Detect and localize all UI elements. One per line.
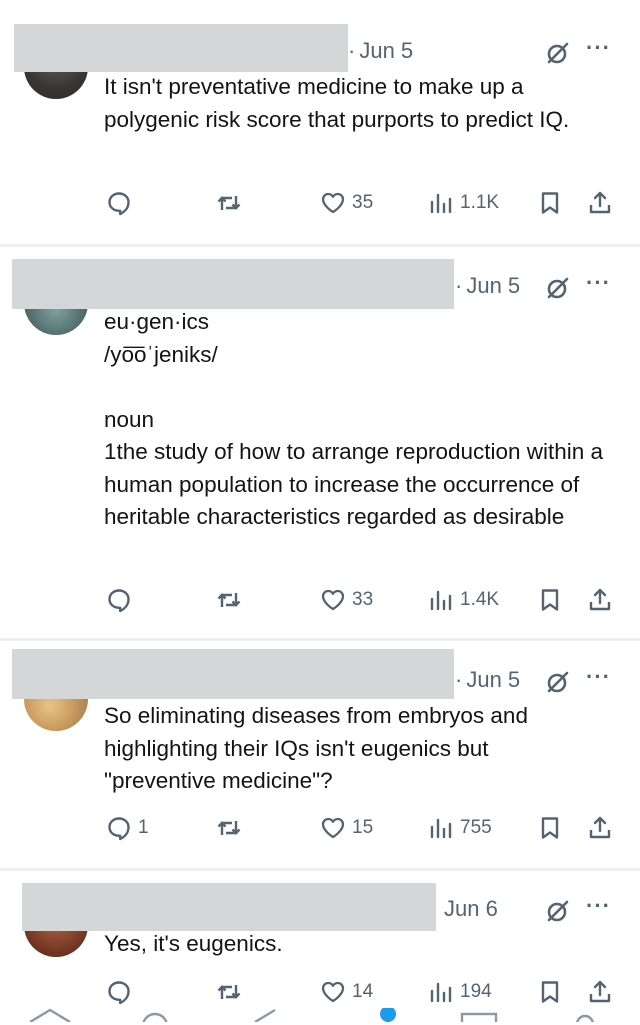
post-date[interactable]: · Jun 5 <box>348 38 413 64</box>
bookmark-icon <box>541 981 559 1003</box>
post-date[interactable]: · Jun 5 <box>455 667 520 693</box>
like-icon <box>321 589 345 611</box>
repost-icon <box>217 821 241 835</box>
communities-icon <box>576 1014 594 1022</box>
views-button[interactable]: 1.1K <box>428 190 499 216</box>
bookmark-button[interactable] <box>537 815 563 841</box>
like-count: 15 <box>352 817 374 838</box>
messages-icon <box>460 1012 498 1022</box>
views-count: 1.4K <box>460 589 500 610</box>
reply-button[interactable] <box>106 190 138 216</box>
like-icon <box>321 817 345 839</box>
reply-button[interactable] <box>106 587 138 613</box>
post-1[interactable]: · Jun 5 ··· It isn't preventative medicin… <box>0 0 640 244</box>
search-icon <box>142 1012 168 1022</box>
share-button[interactable] <box>587 587 613 613</box>
share-icon <box>589 980 611 1003</box>
views-count: 755 <box>460 817 492 838</box>
more-icon[interactable]: ··· <box>586 893 611 919</box>
action-bar: 33 1.4K <box>0 587 640 627</box>
like-button[interactable]: 35 <box>320 190 373 216</box>
like-button[interactable]: 14 <box>320 979 373 1005</box>
share-button[interactable] <box>587 815 613 841</box>
views-button[interactable]: 755 <box>428 815 492 841</box>
reply-icon <box>108 192 130 216</box>
post-text: It isn't preventative medicine to make u… <box>104 74 570 132</box>
post-date[interactable]: · Jun 5 <box>455 273 520 299</box>
post-text: So eliminating diseases from embryos and… <box>104 703 535 793</box>
like-count: 35 <box>352 192 374 213</box>
reply-icon <box>108 589 130 613</box>
more-icon[interactable]: ··· <box>586 35 611 61</box>
more-icon[interactable]: ··· <box>586 664 611 690</box>
bookmark-icon <box>541 192 559 214</box>
repost-button[interactable] <box>216 190 248 216</box>
share-button[interactable] <box>587 979 613 1005</box>
bottom-navigation-bar[interactable] <box>0 1008 640 1022</box>
post-4[interactable]: Jun 6 ··· Yes, it's eugenics. 14 194 <box>0 868 640 1025</box>
views-icon <box>430 982 452 1003</box>
author-name-redacted <box>12 649 454 699</box>
bookmark-button[interactable] <box>537 979 563 1005</box>
reply-button[interactable] <box>106 979 138 1005</box>
grok-tab-icon <box>254 1008 276 1022</box>
repost-button[interactable] <box>216 979 248 1005</box>
views-button[interactable]: 194 <box>428 979 492 1005</box>
action-bar: 1 15 755 <box>0 815 640 855</box>
post-2[interactable]: · Jun 5 ··· eu·gen·ics /yo͞oˈjeniks/ noun… <box>0 244 640 641</box>
like-icon <box>321 192 345 214</box>
views-icon <box>430 590 452 611</box>
grok-icon[interactable] <box>545 669 571 695</box>
reply-count: 1 <box>138 817 149 838</box>
like-button[interactable]: 33 <box>320 587 373 613</box>
share-icon <box>589 816 611 839</box>
like-count: 33 <box>352 589 374 610</box>
reply-button[interactable]: 1 <box>106 815 149 841</box>
post-text: Yes, it's eugenics. <box>104 931 283 956</box>
bookmark-icon <box>541 817 559 839</box>
reply-icon <box>108 981 130 1005</box>
author-name-redacted <box>14 24 348 72</box>
author-name-redacted <box>22 883 436 931</box>
home-icon <box>29 1008 71 1022</box>
notifications-badge <box>380 1008 396 1022</box>
like-button[interactable]: 15 <box>320 815 373 841</box>
repost-icon <box>217 593 241 607</box>
repost-icon <box>217 196 241 210</box>
grok-icon[interactable] <box>545 898 571 924</box>
more-icon[interactable]: ··· <box>586 270 611 296</box>
grok-icon[interactable] <box>545 275 571 301</box>
post-date[interactable]: Jun 6 <box>444 896 498 922</box>
bookmark-icon <box>541 589 559 611</box>
repost-button[interactable] <box>216 815 248 841</box>
reply-icon <box>108 817 130 841</box>
share-icon <box>589 588 611 611</box>
share-icon <box>589 191 611 214</box>
views-button[interactable]: 1.4K <box>428 587 499 613</box>
author-name-redacted <box>12 259 454 309</box>
bookmark-button[interactable] <box>537 587 563 613</box>
like-count: 14 <box>352 981 374 1002</box>
bookmark-button[interactable] <box>537 190 563 216</box>
repost-icon <box>217 985 241 999</box>
views-icon <box>430 193 452 214</box>
action-bar: 35 1.1K <box>0 190 640 230</box>
post-3[interactable]: · Jun 5 ··· So eliminating diseases from … <box>0 638 640 871</box>
share-button[interactable] <box>587 190 613 216</box>
repost-button[interactable] <box>216 587 248 613</box>
post-text: eu·gen·ics /yo͞oˈjeniks/ noun 1the study… <box>104 309 604 529</box>
like-icon <box>321 981 345 1003</box>
views-icon <box>430 818 452 839</box>
views-count: 1.1K <box>460 192 500 213</box>
views-count: 194 <box>460 981 492 1002</box>
grok-icon[interactable] <box>545 40 571 66</box>
